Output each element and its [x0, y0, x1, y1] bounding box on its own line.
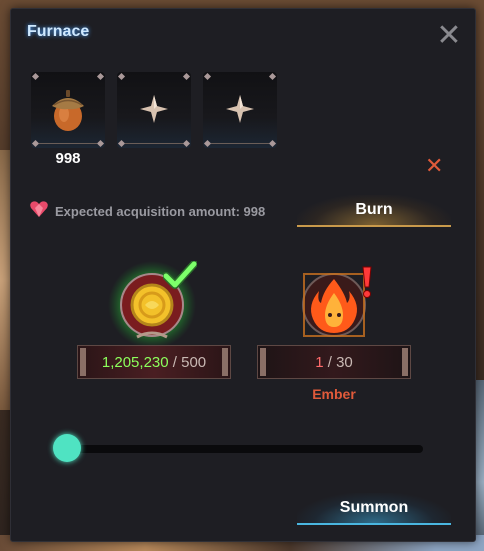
coin-count-box: 1,205,230 / 500	[77, 345, 231, 379]
acorn-icon	[31, 86, 105, 139]
expected-acquisition-text: Expected acquisition amount: 998	[55, 203, 266, 219]
quantity-slider-knob[interactable]	[53, 434, 81, 462]
material-slot-2[interactable]	[117, 72, 191, 148]
burn-button[interactable]: Burn	[297, 195, 451, 227]
ember-required: 30	[336, 353, 353, 371]
material-slot-1[interactable]: 998	[31, 72, 105, 167]
gold-coin-requirement	[107, 259, 197, 349]
empty-slot-star-icon	[203, 94, 277, 129]
coin-owned: 1,205,230	[101, 353, 169, 371]
close-button[interactable]: ✕	[435, 21, 463, 51]
ember-requirement	[289, 259, 379, 349]
ember-label: Ember	[312, 386, 356, 402]
exclamation-icon	[362, 266, 372, 298]
clear-slots-button[interactable]: ✕	[425, 153, 443, 179]
panel-title: Furnace	[27, 23, 90, 40]
empty-slot-star-icon	[117, 94, 191, 129]
ember-count-box: 1 / 30	[257, 345, 411, 379]
ember-owned: 1	[315, 353, 324, 371]
summon-button[interactable]: Summon	[297, 493, 451, 525]
furnace-panel: Furnace ✕ 998 ✕ Expected acquisition amo…	[10, 8, 476, 542]
slot-item-count: 998	[55, 150, 81, 167]
material-slot-3[interactable]	[203, 72, 277, 148]
close-icon: ✕	[436, 19, 462, 52]
heart-gem-icon	[29, 200, 49, 223]
coin-required: 500	[181, 353, 207, 371]
quantity-slider-track[interactable]	[61, 445, 423, 453]
checkmark-icon	[163, 261, 197, 289]
clear-x-icon: ✕	[425, 153, 444, 178]
expected-acquisition-row: Expected acquisition amount: 998	[29, 200, 265, 222]
